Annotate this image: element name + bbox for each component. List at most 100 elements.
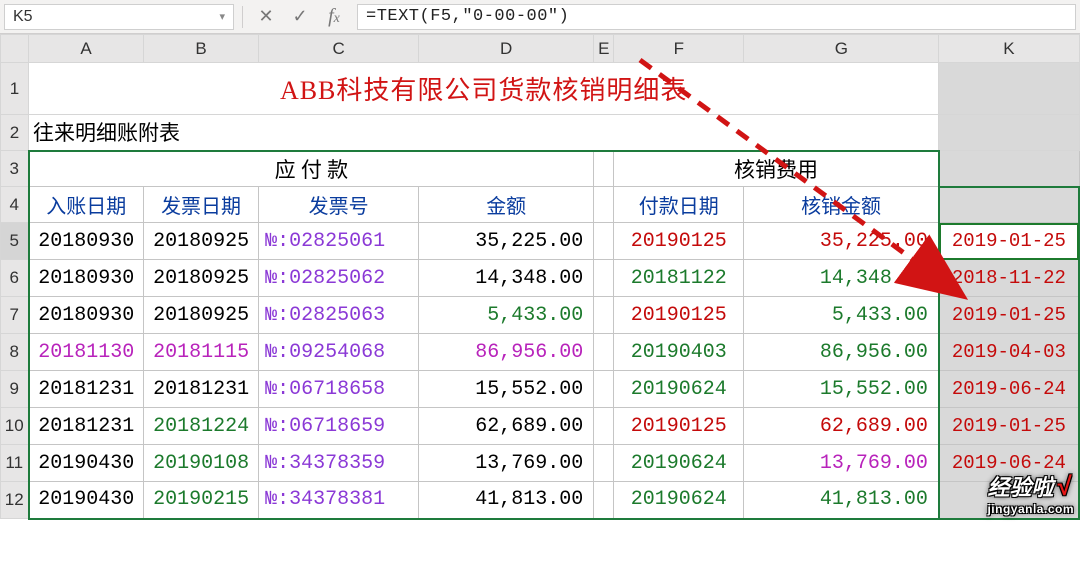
- col-header-F[interactable]: F: [614, 35, 744, 63]
- cell-K2[interactable]: [939, 115, 1079, 151]
- row-header[interactable]: 12: [1, 482, 29, 519]
- cell-F[interactable]: 20190624: [614, 482, 744, 519]
- cell-K[interactable]: 2019-01-25: [939, 223, 1079, 260]
- cell-C[interactable]: №:34378359: [259, 445, 419, 482]
- row-header[interactable]: 8: [1, 334, 29, 371]
- cell-G[interactable]: 13,769.00: [744, 445, 939, 482]
- cell-A[interactable]: 20190430: [29, 445, 144, 482]
- section-right[interactable]: 核销费用: [614, 151, 939, 187]
- cell-G[interactable]: 5,433.00: [744, 297, 939, 334]
- row-header[interactable]: 11: [1, 445, 29, 482]
- cell-K[interactable]: 2019-01-25: [939, 297, 1079, 334]
- cell-G[interactable]: 62,689.00: [744, 408, 939, 445]
- title-cell[interactable]: ABB科技有限公司货款核销明细表: [29, 63, 939, 115]
- hdr-C[interactable]: 发票号: [259, 187, 419, 223]
- cell-K1[interactable]: [939, 63, 1079, 115]
- formula-input[interactable]: =TEXT(F5,"0-00-00"): [357, 4, 1076, 30]
- row-header[interactable]: 5: [1, 223, 29, 260]
- hdr-F[interactable]: 付款日期: [614, 187, 744, 223]
- cell-K[interactable]: 2019-04-03: [939, 334, 1079, 371]
- cell-E[interactable]: [594, 334, 614, 371]
- cell-B[interactable]: 20180925: [144, 297, 259, 334]
- cell-F[interactable]: 20190125: [614, 297, 744, 334]
- cell-A[interactable]: 20180930: [29, 223, 144, 260]
- cell-F[interactable]: 20181122: [614, 260, 744, 297]
- cell-F[interactable]: 20190624: [614, 445, 744, 482]
- cell-D[interactable]: 86,956.00: [419, 334, 594, 371]
- cell-A[interactable]: 20181231: [29, 408, 144, 445]
- col-header-G[interactable]: G: [744, 35, 939, 63]
- cell-B[interactable]: 20190108: [144, 445, 259, 482]
- cell-B[interactable]: 20190215: [144, 482, 259, 519]
- fx-icon[interactable]: fx: [323, 5, 345, 28]
- cell-C[interactable]: №:02825062: [259, 260, 419, 297]
- accept-icon[interactable]: ✓: [289, 6, 311, 27]
- cell-G[interactable]: 41,813.00: [744, 482, 939, 519]
- col-header-E[interactable]: E: [594, 35, 614, 63]
- cell-C[interactable]: №:02825063: [259, 297, 419, 334]
- hdr-A[interactable]: 入账日期: [29, 187, 144, 223]
- cell-C[interactable]: №:34378381: [259, 482, 419, 519]
- cell-E[interactable]: [594, 408, 614, 445]
- cell-F[interactable]: 20190624: [614, 371, 744, 408]
- cell-E[interactable]: [594, 445, 614, 482]
- col-header-D[interactable]: D: [419, 35, 594, 63]
- subtitle-cell[interactable]: 往来明细账附表: [29, 115, 939, 151]
- cell-F[interactable]: 20190125: [614, 408, 744, 445]
- cell-G[interactable]: 15,552.00: [744, 371, 939, 408]
- row-header[interactable]: 7: [1, 297, 29, 334]
- chevron-down-icon[interactable]: ▾: [219, 10, 225, 23]
- name-box[interactable]: K5 ▾: [4, 4, 234, 30]
- cell-B[interactable]: 20180925: [144, 260, 259, 297]
- cell-G[interactable]: 86,956.00: [744, 334, 939, 371]
- row-header-3[interactable]: 3: [1, 151, 29, 187]
- cell-K4[interactable]: [939, 187, 1079, 223]
- cell-E3[interactable]: [594, 151, 614, 187]
- section-left[interactable]: 应 付 款: [29, 151, 594, 187]
- row-header[interactable]: 9: [1, 371, 29, 408]
- cell-A[interactable]: 20180930: [29, 260, 144, 297]
- cell-E4[interactable]: [594, 187, 614, 223]
- cell-D[interactable]: 41,813.00: [419, 482, 594, 519]
- cell-A[interactable]: 20190430: [29, 482, 144, 519]
- cell-D[interactable]: 13,769.00: [419, 445, 594, 482]
- cell-K[interactable]: 2019-06-24: [939, 371, 1079, 408]
- cell-D[interactable]: 14,348.00: [419, 260, 594, 297]
- cell-D[interactable]: 35,225.00: [419, 223, 594, 260]
- cell-A[interactable]: 20181130: [29, 334, 144, 371]
- cell-B[interactable]: 20181231: [144, 371, 259, 408]
- cell-C[interactable]: №:06718659: [259, 408, 419, 445]
- cell-C[interactable]: №:02825061: [259, 223, 419, 260]
- cell-C[interactable]: №:06718658: [259, 371, 419, 408]
- cancel-icon[interactable]: ✕: [255, 6, 277, 27]
- cell-K3[interactable]: [939, 151, 1079, 187]
- cell-D[interactable]: 62,689.00: [419, 408, 594, 445]
- col-header-K[interactable]: K: [939, 35, 1079, 63]
- hdr-D[interactable]: 金额: [419, 187, 594, 223]
- cell-F[interactable]: 20190403: [614, 334, 744, 371]
- cell-K[interactable]: 2019-01-25: [939, 408, 1079, 445]
- row-header-4[interactable]: 4: [1, 187, 29, 223]
- cell-B[interactable]: 20181224: [144, 408, 259, 445]
- col-header-B[interactable]: B: [144, 35, 259, 63]
- cell-E[interactable]: [594, 260, 614, 297]
- cell-E[interactable]: [594, 482, 614, 519]
- cell-B[interactable]: 20181115: [144, 334, 259, 371]
- cell-F[interactable]: 20190125: [614, 223, 744, 260]
- cell-B[interactable]: 20180925: [144, 223, 259, 260]
- cell-K[interactable]: 2018-11-22: [939, 260, 1079, 297]
- cell-A[interactable]: 20180930: [29, 297, 144, 334]
- col-header-C[interactable]: C: [259, 35, 419, 63]
- cell-G[interactable]: 14,348.00: [744, 260, 939, 297]
- cell-E[interactable]: [594, 371, 614, 408]
- cell-A[interactable]: 20181231: [29, 371, 144, 408]
- select-all-corner[interactable]: [1, 35, 29, 63]
- col-header-A[interactable]: A: [29, 35, 144, 63]
- hdr-G[interactable]: 核销金额: [744, 187, 939, 223]
- cell-G[interactable]: 35,225.00: [744, 223, 939, 260]
- row-header[interactable]: 6: [1, 260, 29, 297]
- row-header-1[interactable]: 1: [1, 63, 29, 115]
- cell-E[interactable]: [594, 297, 614, 334]
- spreadsheet-grid[interactable]: A B C D E F G K 1 ABB科技有限公司货款核销明细表 2 往来明…: [0, 34, 1080, 520]
- hdr-B[interactable]: 发票日期: [144, 187, 259, 223]
